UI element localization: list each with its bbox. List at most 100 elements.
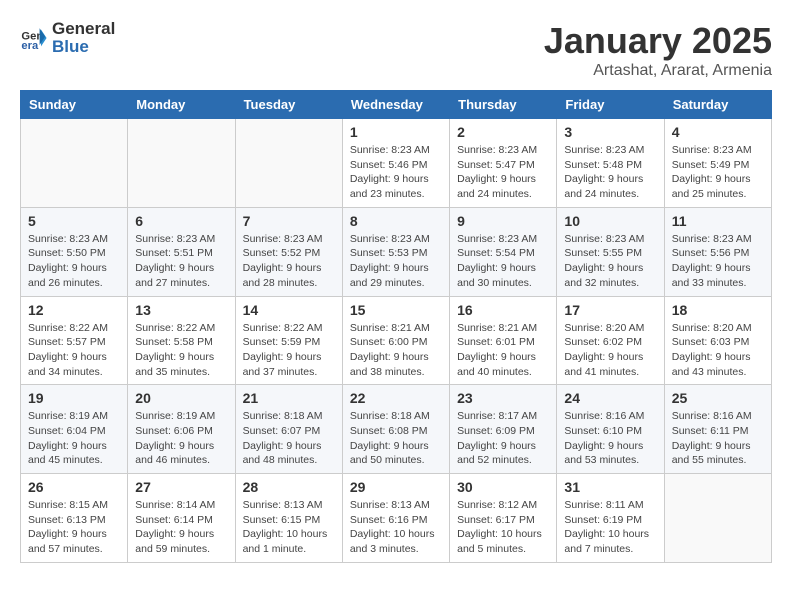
day-number: 1 [350, 124, 442, 140]
table-row: 9 Sunrise: 8:23 AM Sunset: 5:54 PM Daylig… [450, 207, 557, 296]
table-row: 28 Sunrise: 8:13 AM Sunset: 6:15 PM Dayli… [235, 474, 342, 563]
day-number: 8 [350, 213, 442, 229]
table-row: 18Sunrise: 8:20 AM Sunset: 6:03 PM Dayli… [664, 296, 771, 385]
day-info: Sunrise: 8:23 AM Sunset: 5:50 PM Dayligh… [28, 232, 120, 291]
day-number: 3 [564, 124, 656, 140]
day-info: Sunrise: 8:15 AM Sunset: 6:13 PM Dayligh… [28, 498, 120, 557]
table-row: 16 Sunrise: 8:21 AM Sunset: 6:01 PM Dayli… [450, 296, 557, 385]
day-info: Sunrise: 8:22 AM Sunset: 5:58 PM Dayligh… [135, 321, 227, 380]
header-tuesday: Tuesday [235, 91, 342, 119]
day-number: 6 [135, 213, 227, 229]
day-info: Sunrise: 8:13 AM Sunset: 6:16 PM Dayligh… [350, 498, 442, 557]
table-row: 30 Sunrise: 8:12 AM Sunset: 6:17 PM Dayli… [450, 474, 557, 563]
table-row: 2Sunrise: 8:23 AM Sunset: 5:47 PM Daylig… [450, 119, 557, 208]
table-row: 3 Sunrise: 8:23 AM Sunset: 5:48 PM Daylig… [557, 119, 664, 208]
day-info: Sunrise: 8:19 AM Sunset: 6:04 PM Dayligh… [28, 409, 120, 468]
table-row: 21 Sunrise: 8:18 AM Sunset: 6:07 PM Dayli… [235, 385, 342, 474]
day-number: 11 [672, 213, 764, 229]
day-info: Sunrise: 8:17 AM Sunset: 6:09 PM Dayligh… [457, 409, 549, 468]
table-row [21, 119, 128, 208]
day-number: 10 [564, 213, 656, 229]
table-row: 20Sunrise: 8:19 AM Sunset: 6:06 PM Dayli… [128, 385, 235, 474]
header-thursday: Thursday [450, 91, 557, 119]
day-info: Sunrise: 8:21 AM Sunset: 6:00 PM Dayligh… [350, 321, 442, 380]
header-sunday: Sunday [21, 91, 128, 119]
day-info: Sunrise: 8:21 AM Sunset: 6:01 PM Dayligh… [457, 321, 549, 380]
day-number: 28 [243, 479, 335, 495]
day-info: Sunrise: 8:13 AM Sunset: 6:15 PM Dayligh… [243, 498, 335, 557]
day-number: 9 [457, 213, 549, 229]
day-number: 29 [350, 479, 442, 495]
day-info: Sunrise: 8:23 AM Sunset: 5:54 PM Dayligh… [457, 232, 549, 291]
day-info: Sunrise: 8:18 AM Sunset: 6:08 PM Dayligh… [350, 409, 442, 468]
day-number: 21 [243, 390, 335, 406]
table-row: 29 Sunrise: 8:13 AM Sunset: 6:16 PM Dayli… [342, 474, 449, 563]
calendar-subtitle: Artashat, Ararat, Armenia [544, 62, 772, 80]
table-row: 5 Sunrise: 8:23 AM Sunset: 5:50 PM Daylig… [21, 207, 128, 296]
day-info: Sunrise: 8:22 AM Sunset: 5:59 PM Dayligh… [243, 321, 335, 380]
header-friday: Friday [557, 91, 664, 119]
table-row [664, 474, 771, 563]
day-info: Sunrise: 8:11 AM Sunset: 6:19 PM Dayligh… [564, 498, 656, 557]
header: Gen era General Blue January 2025 Artash… [20, 20, 772, 80]
day-number: 15 [350, 302, 442, 318]
calendar-week-row: 1Sunrise: 8:23 AM Sunset: 5:46 PM Daylig… [21, 119, 772, 208]
day-info: Sunrise: 8:23 AM Sunset: 5:48 PM Dayligh… [564, 143, 656, 202]
day-info: Sunrise: 8:12 AM Sunset: 6:17 PM Dayligh… [457, 498, 549, 557]
day-info: Sunrise: 8:16 AM Sunset: 6:11 PM Dayligh… [672, 409, 764, 468]
calendar-title: January 2025 [544, 20, 772, 62]
day-number: 16 [457, 302, 549, 318]
day-info: Sunrise: 8:23 AM Sunset: 5:47 PM Dayligh… [457, 143, 549, 202]
day-number: 25 [672, 390, 764, 406]
day-info: Sunrise: 8:18 AM Sunset: 6:07 PM Dayligh… [243, 409, 335, 468]
day-info: Sunrise: 8:23 AM Sunset: 5:51 PM Dayligh… [135, 232, 227, 291]
table-row: 15 Sunrise: 8:21 AM Sunset: 6:00 PM Dayli… [342, 296, 449, 385]
table-row: 25 Sunrise: 8:16 AM Sunset: 6:11 PM Dayli… [664, 385, 771, 474]
table-row: 8 Sunrise: 8:23 AM Sunset: 5:53 PM Daylig… [342, 207, 449, 296]
header-monday: Monday [128, 91, 235, 119]
table-row: 4Sunrise: 8:23 AM Sunset: 5:49 PM Daylig… [664, 119, 771, 208]
day-number: 7 [243, 213, 335, 229]
day-number: 23 [457, 390, 549, 406]
day-info: Sunrise: 8:14 AM Sunset: 6:14 PM Dayligh… [135, 498, 227, 557]
table-row: 24Sunrise: 8:16 AM Sunset: 6:10 PM Dayli… [557, 385, 664, 474]
day-info: Sunrise: 8:20 AM Sunset: 6:02 PM Dayligh… [564, 321, 656, 380]
table-row: 14Sunrise: 8:22 AM Sunset: 5:59 PM Dayli… [235, 296, 342, 385]
calendar-week-row: 26Sunrise: 8:15 AM Sunset: 6:13 PM Dayli… [21, 474, 772, 563]
calendar-week-row: 19 Sunrise: 8:19 AM Sunset: 6:04 PM Dayli… [21, 385, 772, 474]
day-info: Sunrise: 8:20 AM Sunset: 6:03 PM Dayligh… [672, 321, 764, 380]
table-row: 7 Sunrise: 8:23 AM Sunset: 5:52 PM Daylig… [235, 207, 342, 296]
logo-icon: Gen era [20, 24, 48, 52]
table-row: 11 Sunrise: 8:23 AM Sunset: 5:56 PM Dayli… [664, 207, 771, 296]
calendar-week-row: 5 Sunrise: 8:23 AM Sunset: 5:50 PM Daylig… [21, 207, 772, 296]
day-number: 17 [564, 302, 656, 318]
day-info: Sunrise: 8:22 AM Sunset: 5:57 PM Dayligh… [28, 321, 120, 380]
calendar-table: Sunday Monday Tuesday Wednesday Thursday… [20, 90, 772, 563]
day-number: 30 [457, 479, 549, 495]
table-row: 6 Sunrise: 8:23 AM Sunset: 5:51 PM Daylig… [128, 207, 235, 296]
day-info: Sunrise: 8:23 AM Sunset: 5:56 PM Dayligh… [672, 232, 764, 291]
day-info: Sunrise: 8:19 AM Sunset: 6:06 PM Dayligh… [135, 409, 227, 468]
table-row: 19 Sunrise: 8:19 AM Sunset: 6:04 PM Dayli… [21, 385, 128, 474]
day-info: Sunrise: 8:23 AM Sunset: 5:53 PM Dayligh… [350, 232, 442, 291]
logo-blue: Blue [52, 37, 89, 56]
title-area: January 2025 Artashat, Ararat, Armenia [544, 20, 772, 80]
table-row: 17 Sunrise: 8:20 AM Sunset: 6:02 PM Dayli… [557, 296, 664, 385]
day-info: Sunrise: 8:16 AM Sunset: 6:10 PM Dayligh… [564, 409, 656, 468]
weekday-header-row: Sunday Monday Tuesday Wednesday Thursday… [21, 91, 772, 119]
table-row: 1Sunrise: 8:23 AM Sunset: 5:46 PM Daylig… [342, 119, 449, 208]
day-number: 5 [28, 213, 120, 229]
logo-general: General [52, 19, 115, 38]
table-row: 10 Sunrise: 8:23 AM Sunset: 5:55 PM Dayli… [557, 207, 664, 296]
day-info: Sunrise: 8:23 AM Sunset: 5:55 PM Dayligh… [564, 232, 656, 291]
table-row: 13Sunrise: 8:22 AM Sunset: 5:58 PM Dayli… [128, 296, 235, 385]
table-row [128, 119, 235, 208]
day-number: 22 [350, 390, 442, 406]
header-wednesday: Wednesday [342, 91, 449, 119]
day-number: 19 [28, 390, 120, 406]
day-info: Sunrise: 8:23 AM Sunset: 5:52 PM Dayligh… [243, 232, 335, 291]
table-row: 12 Sunrise: 8:22 AM Sunset: 5:57 PM Dayli… [21, 296, 128, 385]
day-number: 12 [28, 302, 120, 318]
table-row: 22 Sunrise: 8:18 AM Sunset: 6:08 PM Dayli… [342, 385, 449, 474]
svg-text:era: era [21, 40, 39, 52]
